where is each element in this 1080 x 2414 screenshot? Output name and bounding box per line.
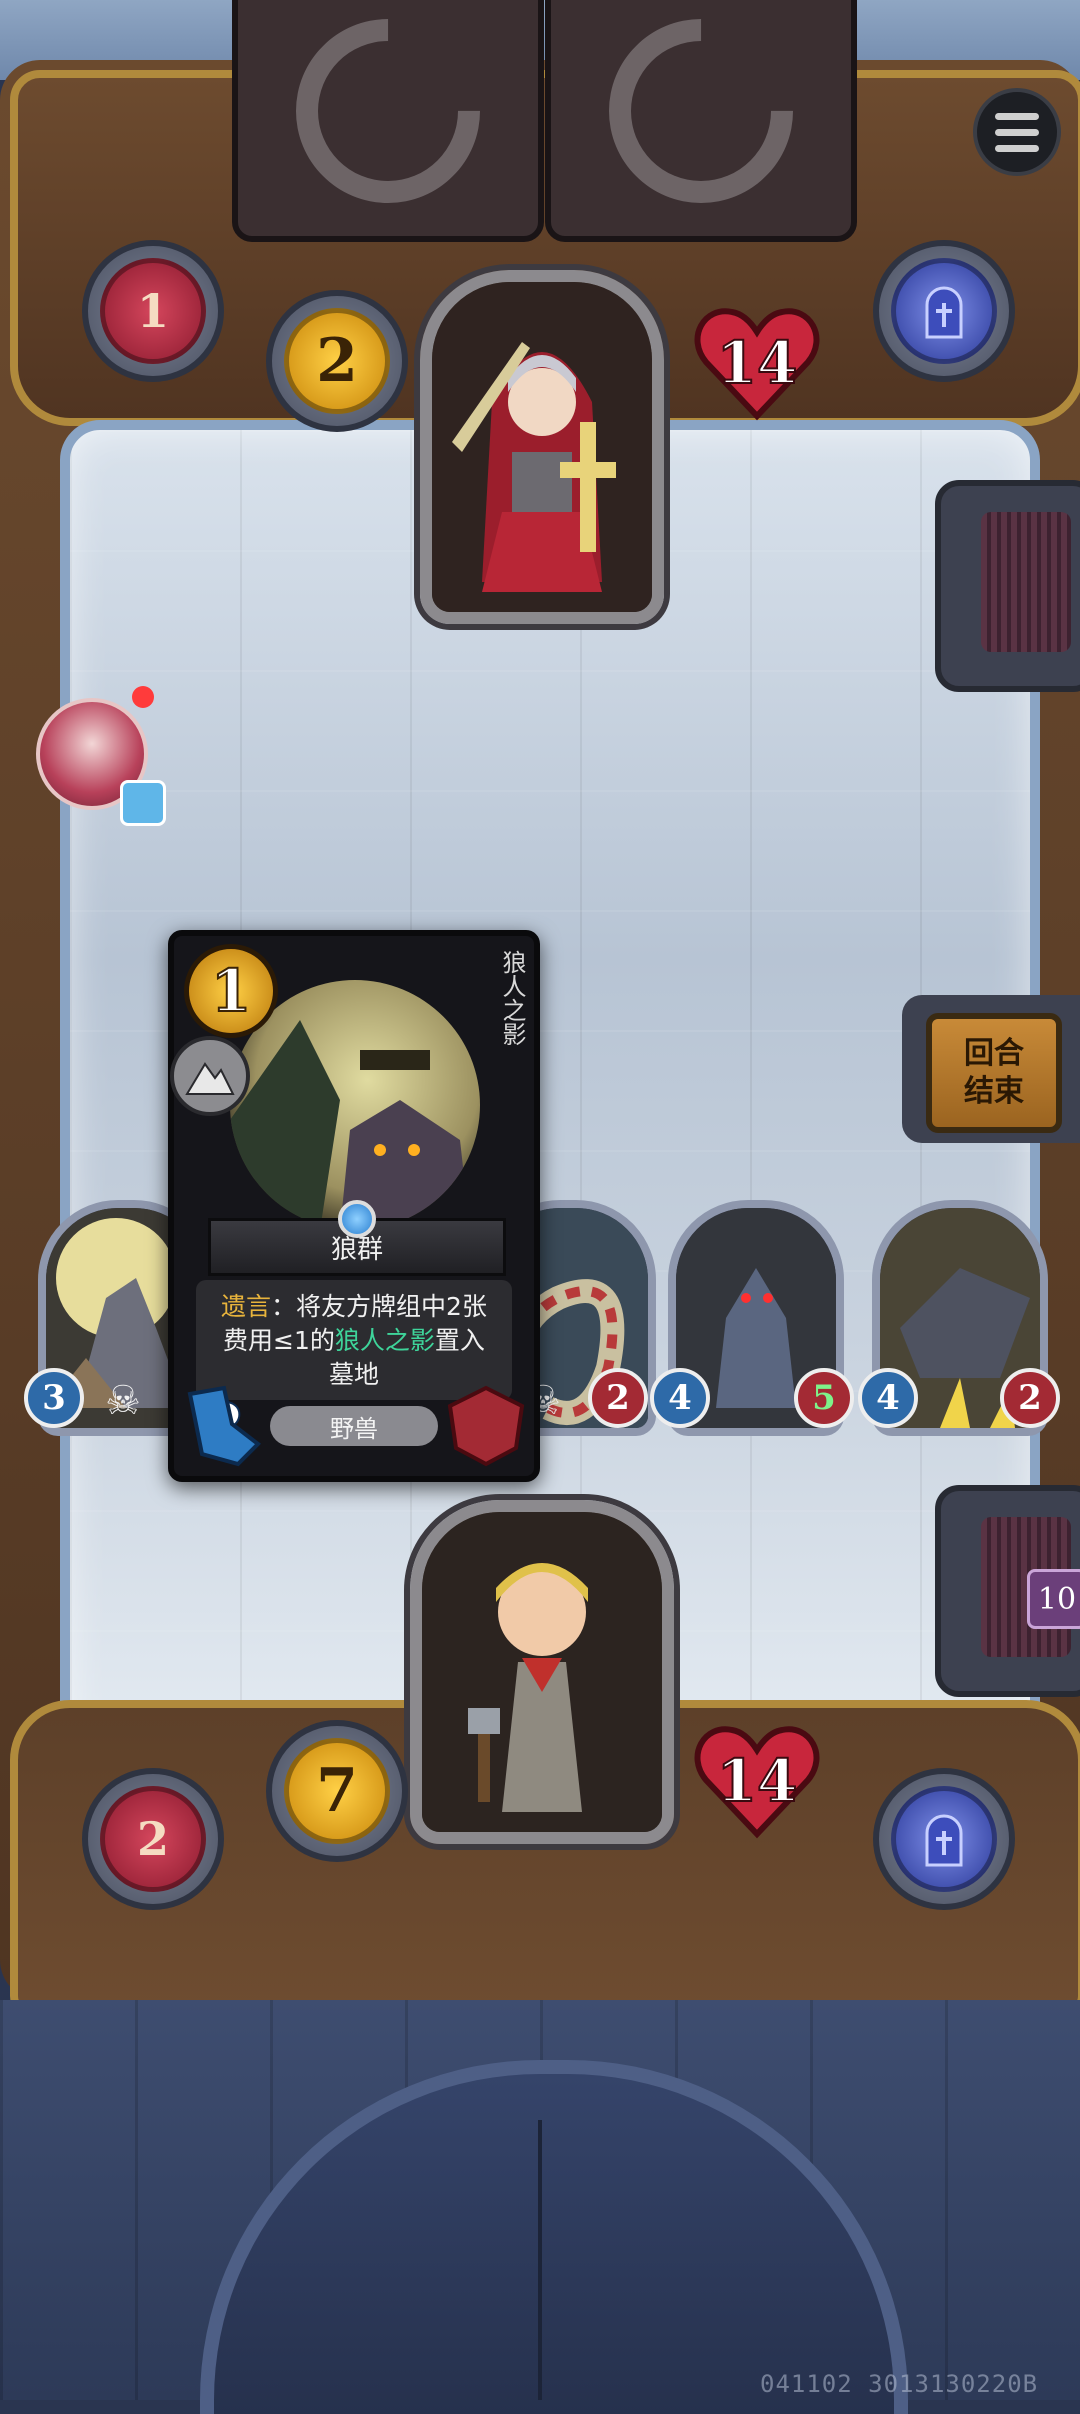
card-back-emblem-icon	[570, 0, 832, 242]
player-hero-portrait[interactable]	[410, 1500, 674, 1844]
minion-health: 5	[794, 1368, 854, 1428]
health-icon	[447, 1385, 525, 1467]
door-split	[538, 2120, 542, 2400]
hamburger-icon	[995, 112, 1039, 120]
player-health-value: 14	[716, 1746, 799, 1816]
minion-attack: 3	[24, 1368, 84, 1428]
opponent-gold: 2	[266, 290, 408, 432]
minion-attack: 4	[650, 1368, 710, 1428]
opponent-hand-card	[232, 0, 544, 242]
opponent-health[interactable]: 14	[692, 298, 822, 428]
opponent-graveyard[interactable]	[873, 240, 1015, 382]
tombstone-icon	[891, 1786, 997, 1892]
opponent-gold-value: 2	[284, 308, 390, 414]
tombstone-icon	[891, 258, 997, 364]
minion-health: 2	[588, 1368, 648, 1428]
end-turn-holder: 回合 结束	[902, 995, 1080, 1143]
build-watermark: 041102 3013130220B	[760, 2370, 1039, 2398]
end-turn-label-2: 结束	[964, 1074, 1024, 1109]
opponent-deck[interactable]	[935, 480, 1080, 692]
skull-icon: ☠	[105, 1378, 141, 1424]
notification-dot	[132, 686, 154, 708]
player-gold-value: 7	[284, 1738, 390, 1844]
card-cost: 1	[184, 944, 278, 1038]
card-preview[interactable]: 1 狼人之影 狼群 遗言：将友方牌组中2张 费用≤1的狼人之影置入 墓地 2 野…	[168, 930, 540, 1482]
attack-icon	[187, 1385, 262, 1467]
opponent-health-value: 14	[716, 328, 799, 398]
end-turn-button[interactable]: 回合 结束	[926, 1013, 1062, 1133]
card-attack: 2	[182, 1384, 266, 1468]
card-health: 3	[444, 1384, 528, 1468]
minion-attack: 4	[858, 1368, 918, 1428]
deck-cards	[981, 512, 1071, 652]
player-graveyard[interactable]	[873, 1768, 1015, 1910]
player-deck[interactable]: 10	[935, 1485, 1080, 1697]
red-hood-hero-art	[432, 282, 652, 612]
opponent-hero-portrait[interactable]	[420, 270, 664, 624]
card-faction: 狼人之影	[498, 950, 526, 1046]
minion-health: 2	[1000, 1368, 1060, 1428]
player-gold: 7	[266, 1720, 408, 1862]
player-mana: 2	[82, 1768, 224, 1910]
card-tribe: 野兽	[270, 1406, 438, 1446]
card-text: 遗言：将友方牌组中2张 费用≤1的狼人之影置入 墓地	[196, 1280, 512, 1400]
peasant-hero-art	[422, 1512, 662, 1832]
mountain-icon	[170, 1036, 250, 1116]
mini-avatar-icon[interactable]	[120, 780, 166, 826]
deck-count: 10	[1027, 1569, 1080, 1629]
menu-button[interactable]	[973, 88, 1061, 176]
end-turn-label-1: 回合	[964, 1036, 1024, 1071]
card-back-emblem-icon	[257, 0, 519, 242]
rarity-gem-icon	[338, 1200, 376, 1238]
opponent-mana: 1	[82, 240, 224, 382]
player-health[interactable]: 14	[692, 1716, 822, 1846]
keyword-deathrattle: 遗言	[221, 1292, 272, 1321]
opponent-hand-card	[545, 0, 857, 242]
opponent-mana-value: 1	[100, 258, 206, 364]
keyword-faction: 狼人之影	[334, 1326, 435, 1355]
player-mana-value: 2	[100, 1786, 206, 1892]
